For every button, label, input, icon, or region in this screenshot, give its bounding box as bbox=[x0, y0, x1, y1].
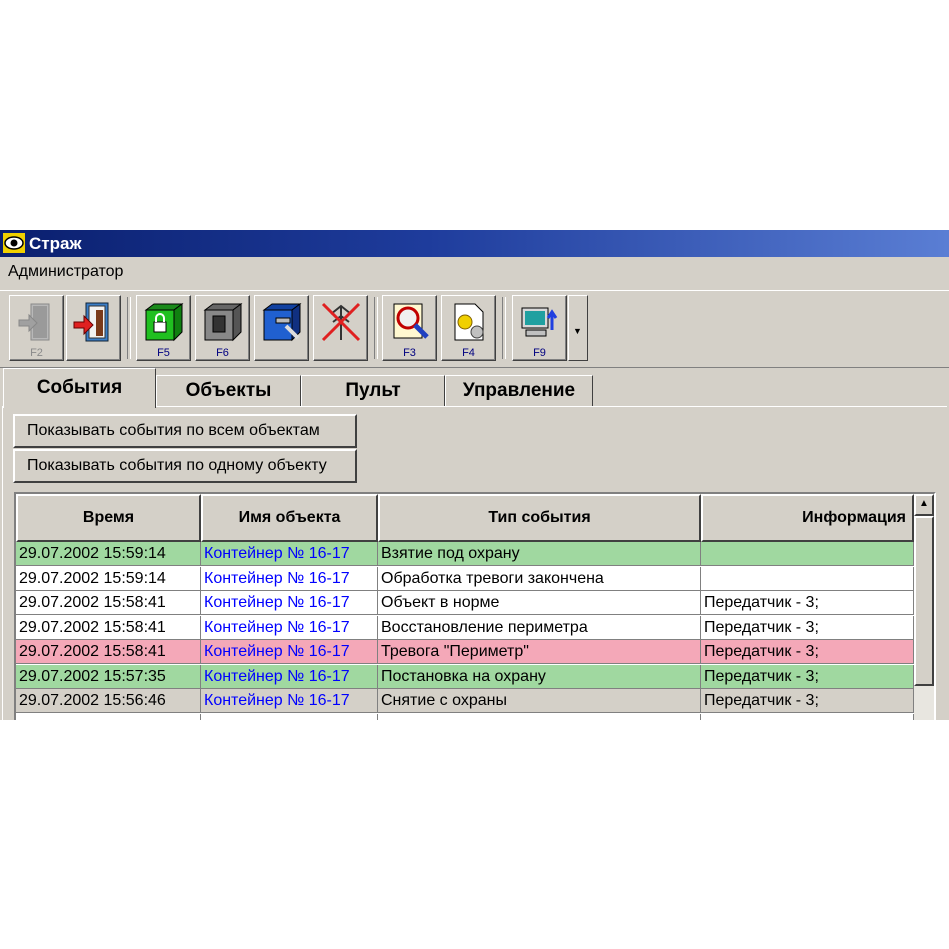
gray-box-icon bbox=[203, 303, 243, 342]
scroll-up-button[interactable]: ▲ bbox=[914, 494, 934, 516]
cell-info bbox=[701, 542, 914, 566]
cell-info: Передатчик - 3; bbox=[701, 640, 914, 664]
table-row[interactable]: 29.07.2002 15:59:14 Контейнер № 16-17 Взят… bbox=[16, 542, 914, 566]
settings-button[interactable]: F4 bbox=[441, 295, 496, 361]
arm-exit-icon bbox=[18, 303, 50, 341]
antenna-crossed-icon bbox=[321, 302, 361, 342]
cell-event-type: Восстановление периметра bbox=[378, 615, 701, 640]
main-window: Страж Администратор F2 F5 F6 F3 F4 F9 ▼ … bbox=[0, 230, 949, 720]
column-header-time[interactable]: Время bbox=[16, 494, 201, 542]
table-row[interactable]: 29.07.2002 15:57:35 Контейнер № 16-17 Пост… bbox=[16, 664, 914, 689]
tab-bar: События Объекты Пульт Управление bbox=[0, 368, 949, 408]
blue-box-tools-icon bbox=[262, 303, 302, 342]
cell-object-name: Контейнер № 16-17 bbox=[201, 664, 378, 689]
arm-exit-button[interactable]: F2 bbox=[9, 295, 64, 361]
fkey-label: F5 bbox=[157, 347, 170, 359]
computer-network-icon bbox=[521, 307, 558, 337]
cell-empty bbox=[701, 713, 914, 720]
search-ns-icon bbox=[393, 303, 429, 339]
cell-object-name: Контейнер № 16-17 bbox=[201, 566, 378, 591]
cell-event-type: Обработка тревоги закончена bbox=[378, 566, 701, 591]
network-dropdown-button[interactable]: ▼ bbox=[568, 295, 588, 361]
table-row[interactable]: 29.07.2002 15:58:41 Контейнер № 16-17 Восс… bbox=[16, 615, 914, 640]
vertical-scrollbar[interactable]: ▲ bbox=[914, 494, 934, 720]
tab-console[interactable]: Пульт bbox=[301, 375, 445, 406]
title-bar[interactable]: Страж bbox=[0, 230, 949, 257]
events-table: Время Имя объекта Тип события Информация… bbox=[14, 492, 936, 720]
cell-time: 29.07.2002 15:58:41 bbox=[16, 591, 201, 615]
cell-time: 29.07.2002 15:56:46 bbox=[16, 689, 201, 713]
cell-time: 29.07.2002 15:58:41 bbox=[16, 615, 201, 640]
table-row[interactable]: 29.07.2002 15:58:41 Контейнер № 16-17 Трев… bbox=[16, 640, 914, 664]
show-one-object-button[interactable]: Показывать события по одному объекту bbox=[13, 449, 357, 483]
toolbar-separator bbox=[127, 297, 131, 359]
radio-off-button[interactable] bbox=[313, 295, 368, 361]
cell-info: Передатчик - 3; bbox=[701, 615, 914, 640]
cell-event-type: Снятие с охраны bbox=[378, 689, 701, 713]
cell-event-type: Объект в норме bbox=[378, 591, 701, 615]
cell-object-name: Контейнер № 16-17 bbox=[201, 689, 378, 713]
tab-control[interactable]: Управление bbox=[445, 375, 593, 406]
disarm-object-button[interactable]: F6 bbox=[195, 295, 250, 361]
eye-app-icon bbox=[3, 233, 25, 253]
fkey-label: F9 bbox=[533, 347, 546, 359]
fkey-label: F2 bbox=[30, 347, 43, 359]
cell-time: 29.07.2002 15:58:41 bbox=[16, 640, 201, 664]
toolbar-separator bbox=[374, 297, 378, 359]
table-row[interactable] bbox=[16, 713, 914, 720]
column-header-event-type[interactable]: Тип события bbox=[378, 494, 701, 542]
cell-time: 29.07.2002 15:57:35 bbox=[16, 664, 201, 689]
cell-empty bbox=[16, 713, 201, 720]
column-header-object[interactable]: Имя объекта bbox=[201, 494, 378, 542]
tab-events[interactable]: События bbox=[3, 368, 156, 408]
toolbar: F2 F5 F6 F3 F4 F9 ▼ bbox=[0, 290, 949, 368]
cell-time: 29.07.2002 15:59:14 bbox=[16, 566, 201, 591]
fkey-label: F3 bbox=[403, 347, 416, 359]
search-button[interactable]: F3 bbox=[382, 295, 437, 361]
menu-bar: Администратор bbox=[0, 257, 949, 290]
exit-door-icon bbox=[73, 302, 109, 342]
cell-event-type: Взятие под охрану bbox=[378, 542, 701, 566]
cell-info: Передатчик - 3; bbox=[701, 591, 914, 615]
green-lock-box-icon bbox=[144, 303, 184, 342]
cell-info: Передатчик - 3; bbox=[701, 689, 914, 713]
cell-object-name: Контейнер № 16-17 bbox=[201, 640, 378, 664]
cell-info: Передатчик - 3; bbox=[701, 664, 914, 689]
network-button[interactable]: F9 bbox=[512, 295, 567, 361]
settings-document-icon bbox=[454, 303, 484, 341]
toolbar-separator bbox=[502, 297, 506, 359]
scroll-thumb[interactable] bbox=[914, 516, 934, 686]
table-row[interactable]: 29.07.2002 15:58:41 Контейнер № 16-17 Объе… bbox=[16, 591, 914, 615]
arm-object-button[interactable]: F5 bbox=[136, 295, 191, 361]
chevron-down-icon: ▼ bbox=[573, 326, 582, 336]
fkey-label: F6 bbox=[216, 347, 229, 359]
exit-button[interactable] bbox=[66, 295, 121, 361]
cell-object-name: Контейнер № 16-17 bbox=[201, 591, 378, 615]
cell-empty bbox=[201, 713, 378, 720]
cell-object-name: Контейнер № 16-17 bbox=[201, 615, 378, 640]
show-all-objects-button[interactable]: Показывать события по всем объектам bbox=[13, 414, 357, 448]
table-row[interactable]: 29.07.2002 15:59:14 Контейнер № 16-17 Обра… bbox=[16, 566, 914, 591]
cell-event-type: Постановка на охрану bbox=[378, 664, 701, 689]
cell-time: 29.07.2002 15:59:14 bbox=[16, 542, 201, 566]
cell-event-type: Тревога "Периметр" bbox=[378, 640, 701, 664]
fkey-label: F4 bbox=[462, 347, 475, 359]
menu-user[interactable]: Администратор bbox=[8, 263, 123, 281]
column-header-info[interactable]: Информация bbox=[701, 494, 914, 542]
service-object-button[interactable] bbox=[254, 295, 309, 361]
table-row[interactable]: 29.07.2002 15:56:46 Контейнер № 16-17 Снят… bbox=[16, 689, 914, 713]
cell-empty bbox=[378, 713, 701, 720]
cell-object-name: Контейнер № 16-17 bbox=[201, 542, 378, 566]
window-title: Страж bbox=[29, 234, 82, 253]
cell-info bbox=[701, 566, 914, 591]
tab-objects[interactable]: Объекты bbox=[156, 375, 301, 406]
arrow-up-icon: ▲ bbox=[919, 498, 929, 509]
